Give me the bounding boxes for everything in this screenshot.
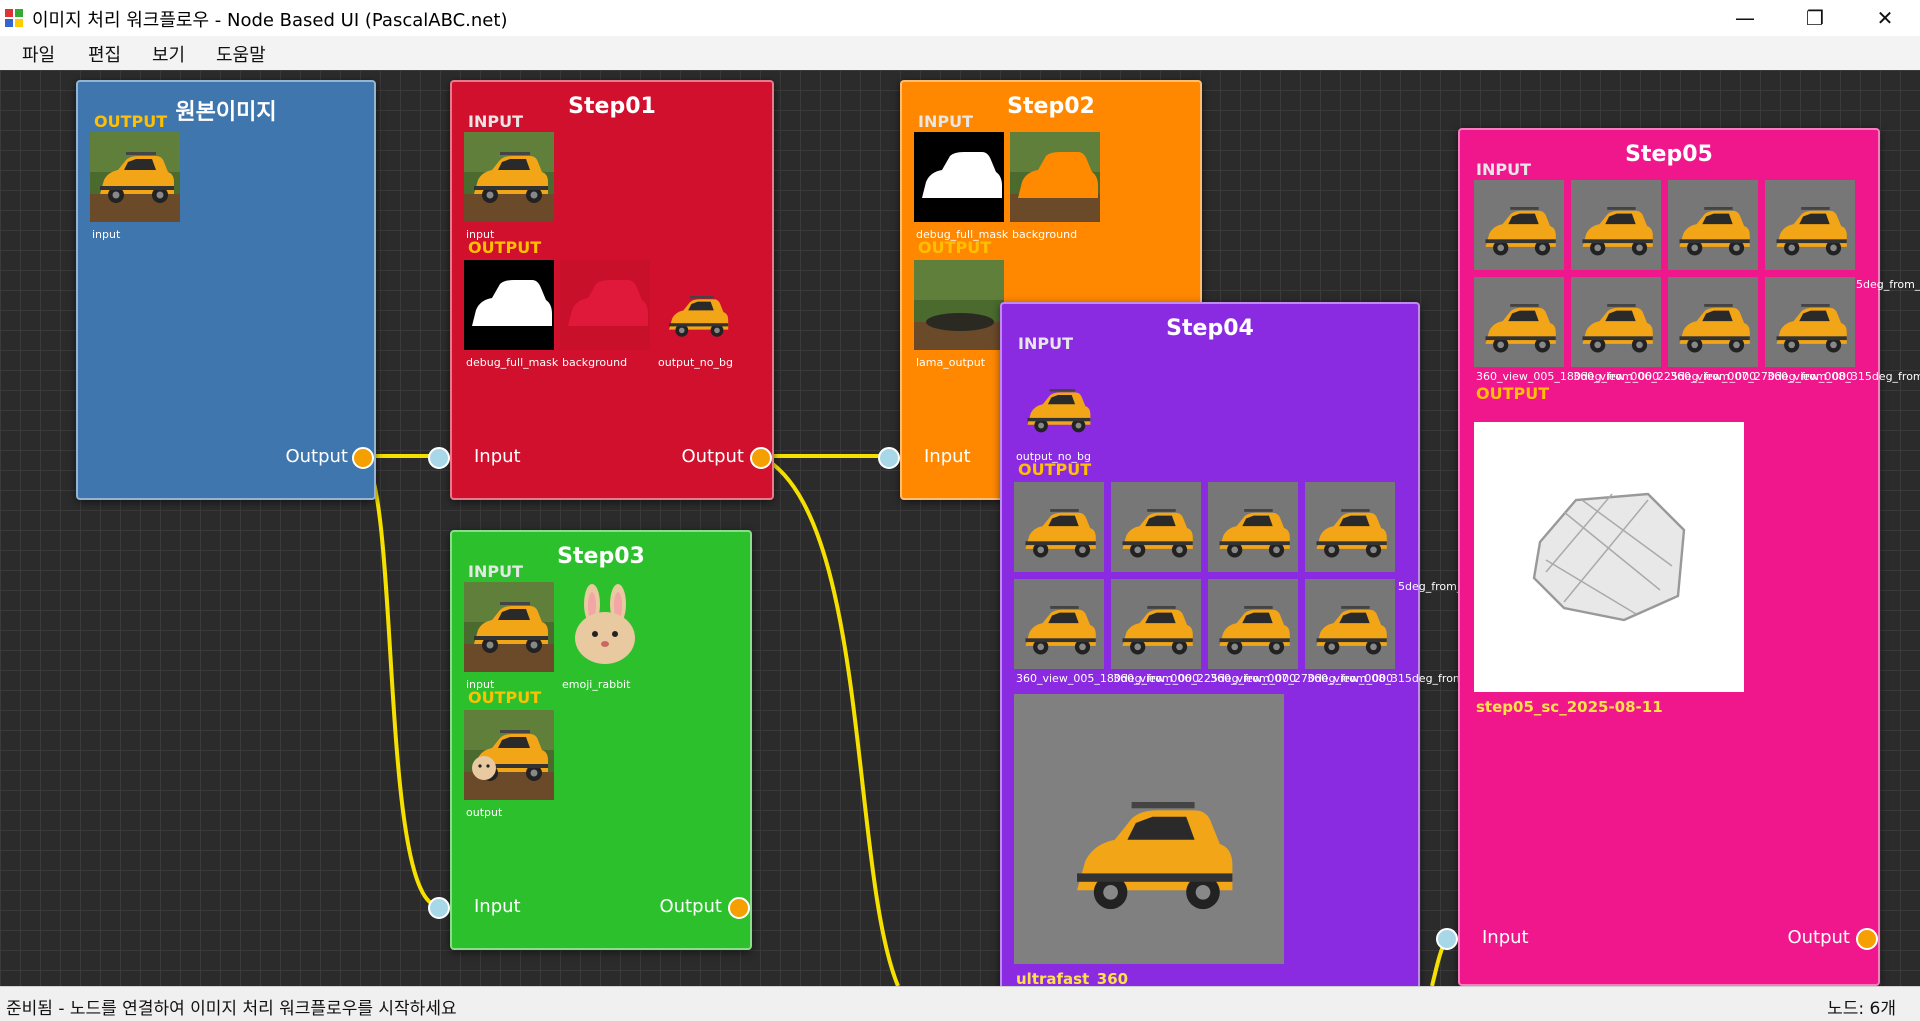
output-section-label: OUTPUT [468, 688, 542, 707]
thumbnail-debug-mask [464, 260, 554, 350]
thumbnail-view-3 [1668, 180, 1758, 270]
preview-ultrafast-360 [1014, 694, 1284, 964]
output-section-label: OUTPUT [468, 238, 542, 257]
thumbnail-caption: 360_view_008_315deg_from_000 [1767, 370, 1920, 383]
menu-help[interactable]: 도움말 [216, 41, 266, 67]
thumbnail-view-3 [1208, 482, 1298, 572]
node-step04[interactable]: Step04 INPUT output_no_bg OUTPUT 360_vie… [1000, 302, 1490, 986]
input-section-label: INPUT [918, 112, 973, 131]
window-title: 이미지 처리 워크플로우 - Node Based UI (PascalABC.… [32, 10, 508, 31]
input-port[interactable] [428, 447, 450, 469]
input-section-label: INPUT [1018, 334, 1073, 353]
thumbnail-caption: input [92, 228, 121, 241]
thumbnail-view-6 [1111, 579, 1201, 669]
thumbnail-emoji-rabbit [560, 582, 650, 672]
input-port[interactable] [428, 897, 450, 919]
maximize-button[interactable]: ❐ [1780, 0, 1850, 36]
output-section-label: OUTPUT [1018, 460, 1092, 479]
thumbnail-caption-overflow: 5deg_from_0 [1856, 278, 1920, 291]
thumbnail-caption: output [466, 806, 503, 819]
close-button[interactable]: ✕ [1850, 0, 1920, 36]
output-section-label: OUTPUT [1476, 384, 1550, 403]
output-port[interactable] [728, 897, 750, 919]
thumbnail-input [464, 582, 554, 672]
input-section-label: INPUT [1476, 160, 1531, 179]
node-count: 노드: 6개 [1827, 999, 1896, 1019]
thumbnail-view-2 [1111, 482, 1201, 572]
thumbnail-view-1 [1014, 482, 1104, 572]
node-canvas[interactable]: 원본이미지 OUTPUT input Output Step01 INPUT i… [0, 70, 1920, 986]
port-input-label: Input [924, 446, 971, 467]
menu-bar: 파일 편집 보기 도움말 [0, 36, 1920, 70]
menu-view[interactable]: 보기 [152, 41, 185, 67]
thumbnail-view-8 [1305, 579, 1395, 669]
thumbnail-background [560, 260, 650, 350]
thumbnail-view-4 [1765, 180, 1855, 270]
thumbnail-view-4 [1305, 482, 1395, 572]
output-section-label: OUTPUT [918, 238, 992, 257]
node-step05[interactable]: Step05 INPUT 360_view_005_180deg_from_00… [1436, 128, 1920, 986]
thumbnail-caption: output_no_bg [658, 356, 733, 369]
edge-step01-step04 [759, 454, 900, 986]
port-output-label: Output [285, 446, 348, 467]
port-input-label: Input [1482, 927, 1529, 948]
node-step03[interactable]: Step03 INPUT input emoji_rabbit OUTPUT o… [428, 530, 752, 950]
preview-label: step05_sc_2025-08-11 [1476, 698, 1663, 716]
status-bar: 준비됨 - 노드를 연결하여 이미지 처리 워크플로우를 시작하세요 노드: 6… [0, 986, 1920, 1021]
input-section-label: INPUT [468, 562, 523, 581]
thumbnail-output [464, 710, 554, 800]
preview-3d-mesh [1474, 422, 1744, 692]
thumbnail-caption: background [1012, 228, 1078, 241]
input-section-label: INPUT [468, 112, 523, 131]
output-port[interactable] [352, 447, 374, 469]
output-port[interactable] [750, 447, 772, 469]
thumbnail-view-5 [1474, 277, 1564, 367]
thumbnail-caption: debug_full_mask [466, 356, 559, 369]
thumbnail-input [464, 132, 554, 222]
thumbnail-lama-output [914, 260, 1004, 350]
menu-edit[interactable]: 편집 [88, 41, 121, 67]
thumbnail-caption: lama_output [916, 356, 986, 369]
edge-original-step03 [361, 454, 439, 908]
port-output-label: Output [681, 446, 744, 467]
port-output-label: Output [659, 896, 722, 917]
output-port[interactable] [1856, 928, 1878, 950]
port-input-label: Input [474, 896, 521, 917]
thumbnail-output-no-bg [656, 260, 746, 350]
thumbnail-input [90, 132, 180, 222]
thumbnail-background [1010, 132, 1100, 222]
node-step01[interactable]: Step01 INPUT input OUTPUT debug_full_mas… [428, 80, 774, 500]
input-port[interactable] [878, 447, 900, 469]
port-output-label: Output [1787, 927, 1850, 948]
minimize-button[interactable]: — [1710, 0, 1780, 36]
thumbnail-caption: emoji_rabbit [562, 678, 631, 691]
thumbnail-view-5 [1014, 579, 1104, 669]
thumbnail-view-7 [1668, 277, 1758, 367]
thumbnail-caption: background [562, 356, 628, 369]
input-port[interactable] [1436, 928, 1458, 950]
menu-file[interactable]: 파일 [22, 41, 55, 67]
thumbnail-view-8 [1765, 277, 1855, 367]
thumbnail-debug-mask [914, 132, 1004, 222]
thumbnail-view-1 [1474, 180, 1564, 270]
output-section-label: OUTPUT [94, 112, 168, 131]
preview-label: ultrafast_360 [1016, 970, 1129, 986]
status-text: 준비됨 - 노드를 연결하여 이미지 처리 워크플로우를 시작하세요 [6, 999, 457, 1019]
port-input-label: Input [474, 446, 521, 467]
thumbnail-view-2 [1571, 180, 1661, 270]
node-original-image[interactable]: 원본이미지 OUTPUT input Output [76, 80, 376, 500]
thumbnail-view-7 [1208, 579, 1298, 669]
title-bar: 이미지 처리 워크플로우 - Node Based UI (PascalABC.… [0, 0, 1920, 36]
thumbnail-view-6 [1571, 277, 1661, 367]
app-icon [5, 9, 23, 27]
thumbnail-output-no-bg [1014, 354, 1104, 444]
